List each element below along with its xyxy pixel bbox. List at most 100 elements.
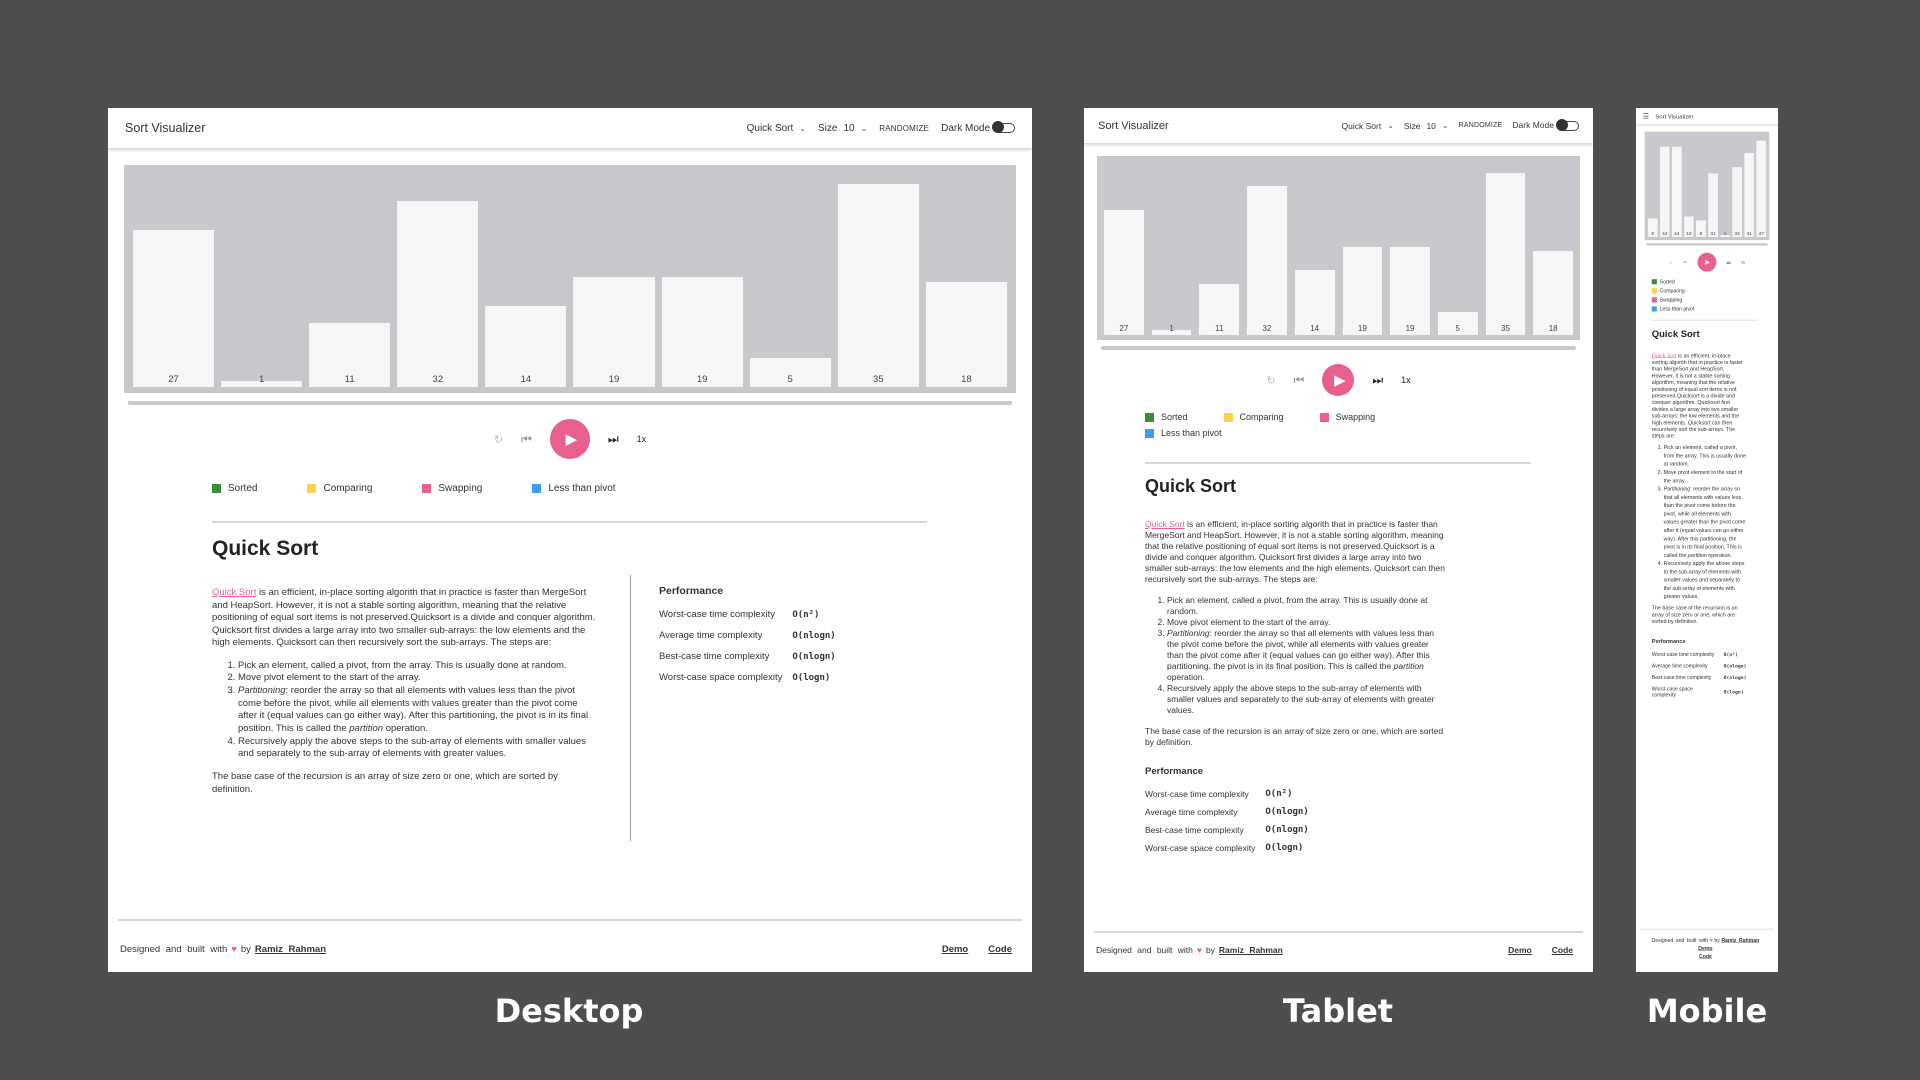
demo-link[interactable]: Demo xyxy=(1641,945,1770,953)
speed-button[interactable]: 1x xyxy=(1741,260,1745,264)
bar: 32 xyxy=(397,201,479,387)
algorithm-select[interactable]: Quick Sort ⌄ xyxy=(747,123,806,134)
demo-link[interactable]: Demo xyxy=(1508,945,1532,955)
bar: 31 xyxy=(1708,173,1718,237)
play-button[interactable]: ▶ xyxy=(1322,364,1355,396)
performance-title: Performance xyxy=(1145,766,1204,777)
bar: 19 xyxy=(573,276,655,387)
toggle-switch[interactable] xyxy=(1556,118,1579,131)
divider xyxy=(212,521,927,523)
bar-value: 44 xyxy=(1674,230,1680,237)
bar: 18 xyxy=(925,282,1007,387)
repeat-icon[interactable]: ↻ xyxy=(1266,374,1275,387)
legend-label: Less than pivot xyxy=(1659,305,1695,312)
steps-list: Pick an element, called a pivot, from th… xyxy=(1664,443,1747,600)
author-link[interactable]: Ramiz Rahman xyxy=(255,944,326,955)
dark-mode-toggle[interactable]: Dark Mode xyxy=(941,120,1015,134)
size-select[interactable]: Size 10 ⌄ xyxy=(818,123,867,134)
app-title: Sort Visualizer xyxy=(1098,119,1169,132)
performance-row: Best-case time complexity O(nlogn) xyxy=(659,651,836,672)
performance-value: O(nlogn) xyxy=(1265,825,1309,835)
app-header: Sort Visualizer Quick Sort ⌄ Size 10 ⌄ RAND… xyxy=(108,108,1032,148)
size-select[interactable]: Size 10 ⌄ xyxy=(1404,121,1449,131)
quick-sort-link[interactable]: Quick Sort xyxy=(1652,353,1677,359)
bar: 14 xyxy=(1294,270,1335,335)
legend-swatch xyxy=(1651,306,1657,312)
bar: 27 xyxy=(133,230,215,387)
performance-label: Average time complexity xyxy=(1145,807,1238,817)
legend-item: Comparing xyxy=(307,483,372,494)
step-em: partition xyxy=(1393,661,1424,671)
speed-button[interactable]: 1x xyxy=(1401,375,1411,385)
performance-row: Best-case time complexity O(nlogn) xyxy=(1145,825,1309,843)
step-forward-icon[interactable]: ⏭ xyxy=(608,432,619,447)
step-forward-icon[interactable]: ⏭ xyxy=(1372,373,1383,388)
step-back-icon[interactable]: ⏮ xyxy=(521,432,532,447)
bar-value: 27 xyxy=(1119,324,1129,333)
bar-value: 35 xyxy=(1501,324,1510,333)
step: Partitioning: reorder the array so that … xyxy=(238,685,596,736)
speed-button[interactable]: 1x xyxy=(637,434,647,444)
progress-slider[interactable] xyxy=(1101,346,1576,350)
demo-link[interactable]: Demo xyxy=(942,944,968,955)
legend-label: Sorted xyxy=(228,483,258,494)
chevron-down-icon: ⌄ xyxy=(860,123,868,133)
divider xyxy=(1651,319,1759,321)
bar: 35 xyxy=(837,183,919,387)
quick-sort-link[interactable]: Quick Sort xyxy=(1145,519,1185,529)
toggle-switch[interactable] xyxy=(992,120,1015,133)
performance-row: Worst-case time complexity O(n²) xyxy=(659,609,836,630)
performance-value: O(n²) xyxy=(792,609,820,620)
dark-mode-toggle[interactable]: Dark Mode xyxy=(1512,118,1579,131)
size-value: 10 xyxy=(843,122,855,134)
step: Recursively apply the above steps to the… xyxy=(1167,683,1445,716)
bar-value: 32 xyxy=(1262,324,1272,333)
footer-text: Designed and built with xyxy=(1096,945,1193,955)
progress-slider[interactable] xyxy=(128,401,1012,405)
author-link[interactable]: Ramiz Rahman xyxy=(1721,937,1759,943)
performance-value: O(nlogn) xyxy=(1265,807,1309,817)
step-forward-icon[interactable]: ⏭ xyxy=(1727,259,1731,265)
base-case-text: The base case of the recursion is an arr… xyxy=(1145,726,1444,747)
progress-slider[interactable] xyxy=(1646,243,1768,246)
code-link[interactable]: Code xyxy=(988,944,1012,955)
legend: Sorted Comparing Swapping Less than pivot xyxy=(1145,412,1455,438)
step-back-icon[interactable]: ⏮ xyxy=(1683,259,1687,265)
code-link[interactable]: Code xyxy=(1552,945,1573,955)
step: Partitioning: reorder the array so that … xyxy=(1664,485,1747,560)
repeat-icon[interactable]: ↻ xyxy=(494,433,503,446)
bar: 34 xyxy=(1732,167,1742,237)
step: Move pivot element to the start of the a… xyxy=(1167,617,1445,628)
bar-value: 10 xyxy=(1686,230,1692,237)
steps-list: Pick an element, called a pivot, from th… xyxy=(1167,595,1445,716)
author-link[interactable]: Ramiz Rahman xyxy=(1219,945,1283,955)
tablet-caption: Tablet xyxy=(1282,992,1394,1030)
randomize-button[interactable]: RANDOMIZE xyxy=(1459,122,1503,129)
legend-item: Less than pivot xyxy=(1651,305,1758,312)
quick-sort-link[interactable]: Quick Sort xyxy=(212,587,256,598)
repeat-icon[interactable]: ↻ xyxy=(1669,260,1673,265)
code-link[interactable]: Code xyxy=(1641,952,1770,960)
step: Pick an element, called a pivot, from th… xyxy=(1664,443,1747,468)
bar-value: 14 xyxy=(520,374,532,385)
app-header: ☰ Sort Visualizer Quick Sort⌄ Size10⌄ RA… xyxy=(1636,108,1778,125)
playback-controls: ↻ ⏮ ▶ ⏭ 1x xyxy=(1636,252,1778,272)
legend-swatch xyxy=(532,484,542,493)
play-button[interactable]: ▶ xyxy=(1697,252,1717,272)
step: Move pivot element to the start of the a… xyxy=(1664,468,1747,485)
randomize-button[interactable]: RANDOMIZE xyxy=(879,124,929,133)
heart-icon: ♥ xyxy=(1196,945,1202,955)
step-back-icon[interactable]: ⏮ xyxy=(1294,373,1305,388)
menu-icon[interactable]: ☰ xyxy=(1643,112,1649,120)
play-button[interactable]: ▶ xyxy=(549,419,590,459)
bar-visualizer: 9 44 44 10 8 31 1 34 41 47 xyxy=(1644,131,1770,241)
legend-label: Sorted xyxy=(1659,278,1675,285)
mobile-preview: ☰ Sort Visualizer Quick Sort⌄ Size10⌄ RA… xyxy=(1636,108,1778,972)
algorithm-select[interactable]: Quick Sort ⌄ xyxy=(1342,121,1394,131)
app-header: Sort Visualizer Quick Sort ⌄ Size 10 ⌄ RAND… xyxy=(1084,108,1593,143)
legend-label: Swapping xyxy=(1659,296,1683,303)
performance-row: Best-case time complexity O(nlogn) xyxy=(1652,674,1747,685)
play-icon: ▶ xyxy=(565,431,578,448)
legend-swatch xyxy=(307,484,317,493)
algorithm-heading: Quick Sort xyxy=(212,537,319,560)
